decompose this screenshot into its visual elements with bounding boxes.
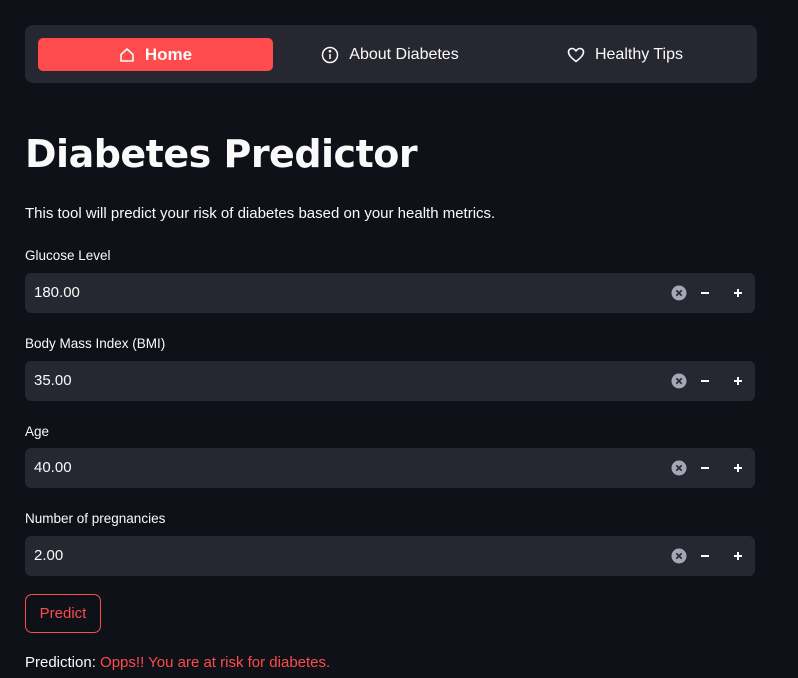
clear-icon[interactable] [671,373,687,389]
glucose-level-label: Glucose Level [25,248,111,263]
prediction-result: Opps!! You are at risk for diabetes. [100,654,331,671]
decrement-button[interactable] [695,371,715,391]
increment-button[interactable] [728,546,748,566]
age-input[interactable]: 40.00 [25,448,755,488]
page-title: Diabetes Predictor [25,132,418,176]
heart-icon [567,47,585,63]
age-value: 40.00 [34,459,72,476]
age-label: Age [25,424,50,439]
decrement-button[interactable] [695,546,715,566]
increment-button[interactable] [728,283,748,303]
glucose-level-value: 180.00 [34,284,80,301]
nav-item-home-label: Home [144,44,193,64]
increment-button[interactable] [728,371,748,391]
prediction-output: Prediction: Opps!! You are at risk for d… [25,654,330,671]
page-description: This tool will predict your risk of diab… [25,205,496,222]
bmi-input[interactable]: 35.00 [25,361,755,401]
nav-item-healthy-tips[interactable]: Healthy Tips [555,38,695,71]
clear-icon[interactable] [671,285,687,301]
info-icon [321,46,339,64]
app-page: Home About Diabetes Healthy Tips Diabete… [0,0,798,678]
bmi-value: 35.00 [34,372,72,389]
bmi-label: Body Mass Index (BMI) [25,336,166,351]
pregnancies-label: Number of pregnancies [25,511,166,526]
nav-item-tips-label: Healthy Tips [594,45,684,63]
pregnancies-input[interactable]: 2.00 [25,536,755,576]
clear-icon[interactable] [671,460,687,476]
nav-item-home[interactable]: Home [38,38,273,71]
predict-button[interactable]: Predict [25,594,101,633]
nav-item-about-label: About Diabetes [349,45,459,63]
home-icon [119,47,135,63]
glucose-level-input[interactable]: 180.00 [25,273,755,313]
decrement-button[interactable] [695,283,715,303]
nav-item-about-diabetes[interactable]: About Diabetes [310,38,470,71]
pregnancies-value: 2.00 [34,547,64,564]
increment-button[interactable] [728,458,748,478]
nav-bar: Home About Diabetes Healthy Tips [25,25,757,83]
clear-icon[interactable] [671,548,687,564]
prediction-label: Prediction: [25,654,96,671]
decrement-button[interactable] [695,458,715,478]
